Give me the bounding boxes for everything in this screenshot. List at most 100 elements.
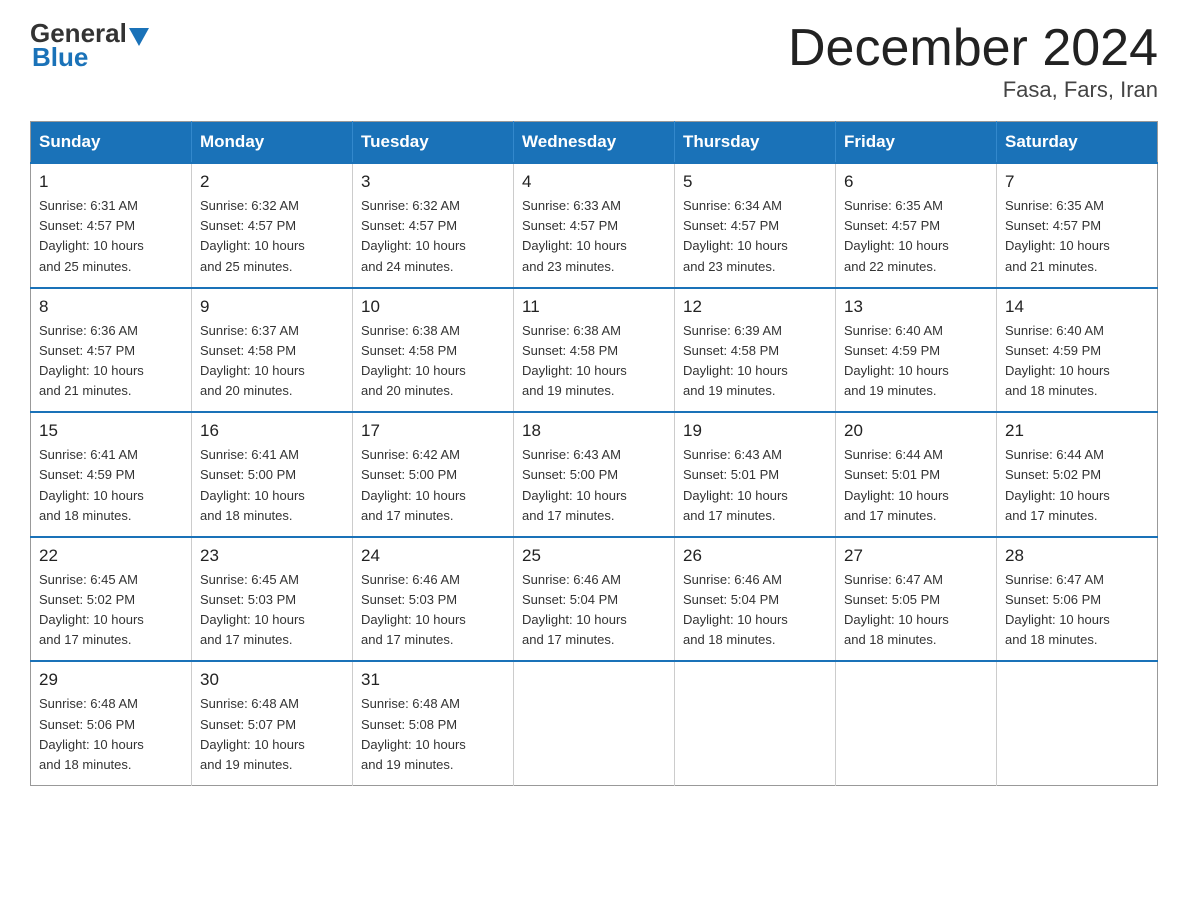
day-number: 6 [844, 172, 988, 192]
calendar-cell: 7 Sunrise: 6:35 AMSunset: 4:57 PMDayligh… [997, 163, 1158, 288]
day-number: 20 [844, 421, 988, 441]
calendar-cell: 27 Sunrise: 6:47 AMSunset: 5:05 PMDaylig… [836, 537, 997, 662]
calendar-cell: 13 Sunrise: 6:40 AMSunset: 4:59 PMDaylig… [836, 288, 997, 413]
day-info: Sunrise: 6:37 AMSunset: 4:58 PMDaylight:… [200, 321, 344, 402]
calendar-week-4: 22 Sunrise: 6:45 AMSunset: 5:02 PMDaylig… [31, 537, 1158, 662]
day-number: 24 [361, 546, 505, 566]
day-number: 10 [361, 297, 505, 317]
calendar-cell: 30 Sunrise: 6:48 AMSunset: 5:07 PMDaylig… [192, 661, 353, 785]
day-number: 8 [39, 297, 183, 317]
day-number: 5 [683, 172, 827, 192]
calendar-cell: 24 Sunrise: 6:46 AMSunset: 5:03 PMDaylig… [353, 537, 514, 662]
header-thursday: Thursday [675, 122, 836, 164]
calendar-cell: 20 Sunrise: 6:44 AMSunset: 5:01 PMDaylig… [836, 412, 997, 537]
day-number: 14 [1005, 297, 1149, 317]
calendar-cell: 18 Sunrise: 6:43 AMSunset: 5:00 PMDaylig… [514, 412, 675, 537]
location-subtitle: Fasa, Fars, Iran [788, 77, 1158, 103]
day-info: Sunrise: 6:40 AMSunset: 4:59 PMDaylight:… [1005, 321, 1149, 402]
day-number: 15 [39, 421, 183, 441]
calendar-cell [675, 661, 836, 785]
day-info: Sunrise: 6:39 AMSunset: 4:58 PMDaylight:… [683, 321, 827, 402]
calendar-cell: 4 Sunrise: 6:33 AMSunset: 4:57 PMDayligh… [514, 163, 675, 288]
day-number: 29 [39, 670, 183, 690]
day-info: Sunrise: 6:42 AMSunset: 5:00 PMDaylight:… [361, 445, 505, 526]
day-info: Sunrise: 6:45 AMSunset: 5:02 PMDaylight:… [39, 570, 183, 651]
day-number: 21 [1005, 421, 1149, 441]
day-info: Sunrise: 6:34 AMSunset: 4:57 PMDaylight:… [683, 196, 827, 277]
day-number: 3 [361, 172, 505, 192]
day-number: 4 [522, 172, 666, 192]
day-number: 28 [1005, 546, 1149, 566]
day-info: Sunrise: 6:44 AMSunset: 5:02 PMDaylight:… [1005, 445, 1149, 526]
day-info: Sunrise: 6:33 AMSunset: 4:57 PMDaylight:… [522, 196, 666, 277]
calendar-cell: 5 Sunrise: 6:34 AMSunset: 4:57 PMDayligh… [675, 163, 836, 288]
calendar-week-3: 15 Sunrise: 6:41 AMSunset: 4:59 PMDaylig… [31, 412, 1158, 537]
calendar-cell: 23 Sunrise: 6:45 AMSunset: 5:03 PMDaylig… [192, 537, 353, 662]
day-info: Sunrise: 6:43 AMSunset: 5:00 PMDaylight:… [522, 445, 666, 526]
day-info: Sunrise: 6:38 AMSunset: 4:58 PMDaylight:… [522, 321, 666, 402]
calendar-cell: 25 Sunrise: 6:46 AMSunset: 5:04 PMDaylig… [514, 537, 675, 662]
day-number: 30 [200, 670, 344, 690]
day-number: 12 [683, 297, 827, 317]
header-sunday: Sunday [31, 122, 192, 164]
title-area: December 2024 Fasa, Fars, Iran [788, 20, 1158, 103]
logo-triangle-icon [129, 28, 149, 46]
calendar-cell [514, 661, 675, 785]
day-number: 27 [844, 546, 988, 566]
day-number: 25 [522, 546, 666, 566]
day-number: 19 [683, 421, 827, 441]
calendar-cell: 19 Sunrise: 6:43 AMSunset: 5:01 PMDaylig… [675, 412, 836, 537]
calendar-cell: 1 Sunrise: 6:31 AMSunset: 4:57 PMDayligh… [31, 163, 192, 288]
calendar-cell: 11 Sunrise: 6:38 AMSunset: 4:58 PMDaylig… [514, 288, 675, 413]
calendar-cell: 29 Sunrise: 6:48 AMSunset: 5:06 PMDaylig… [31, 661, 192, 785]
calendar-cell: 2 Sunrise: 6:32 AMSunset: 4:57 PMDayligh… [192, 163, 353, 288]
day-info: Sunrise: 6:46 AMSunset: 5:04 PMDaylight:… [522, 570, 666, 651]
day-info: Sunrise: 6:41 AMSunset: 4:59 PMDaylight:… [39, 445, 183, 526]
day-number: 2 [200, 172, 344, 192]
day-info: Sunrise: 6:48 AMSunset: 5:06 PMDaylight:… [39, 694, 183, 775]
day-number: 31 [361, 670, 505, 690]
day-info: Sunrise: 6:46 AMSunset: 5:03 PMDaylight:… [361, 570, 505, 651]
header-tuesday: Tuesday [353, 122, 514, 164]
calendar-cell: 9 Sunrise: 6:37 AMSunset: 4:58 PMDayligh… [192, 288, 353, 413]
calendar-cell: 3 Sunrise: 6:32 AMSunset: 4:57 PMDayligh… [353, 163, 514, 288]
calendar-cell [997, 661, 1158, 785]
calendar-cell: 26 Sunrise: 6:46 AMSunset: 5:04 PMDaylig… [675, 537, 836, 662]
day-info: Sunrise: 6:40 AMSunset: 4:59 PMDaylight:… [844, 321, 988, 402]
day-info: Sunrise: 6:44 AMSunset: 5:01 PMDaylight:… [844, 445, 988, 526]
logo-blue-text: Blue [32, 42, 88, 72]
day-number: 26 [683, 546, 827, 566]
day-number: 11 [522, 297, 666, 317]
day-info: Sunrise: 6:31 AMSunset: 4:57 PMDaylight:… [39, 196, 183, 277]
calendar-cell [836, 661, 997, 785]
day-number: 17 [361, 421, 505, 441]
calendar-cell: 22 Sunrise: 6:45 AMSunset: 5:02 PMDaylig… [31, 537, 192, 662]
calendar-header-row: SundayMondayTuesdayWednesdayThursdayFrid… [31, 122, 1158, 164]
day-info: Sunrise: 6:38 AMSunset: 4:58 PMDaylight:… [361, 321, 505, 402]
calendar-week-1: 1 Sunrise: 6:31 AMSunset: 4:57 PMDayligh… [31, 163, 1158, 288]
day-info: Sunrise: 6:48 AMSunset: 5:07 PMDaylight:… [200, 694, 344, 775]
calendar-cell: 28 Sunrise: 6:47 AMSunset: 5:06 PMDaylig… [997, 537, 1158, 662]
day-number: 7 [1005, 172, 1149, 192]
day-number: 18 [522, 421, 666, 441]
calendar-cell: 17 Sunrise: 6:42 AMSunset: 5:00 PMDaylig… [353, 412, 514, 537]
day-number: 9 [200, 297, 344, 317]
month-title: December 2024 [788, 20, 1158, 77]
header-monday: Monday [192, 122, 353, 164]
day-info: Sunrise: 6:32 AMSunset: 4:57 PMDaylight:… [361, 196, 505, 277]
calendar-week-5: 29 Sunrise: 6:48 AMSunset: 5:06 PMDaylig… [31, 661, 1158, 785]
logo: General Blue [30, 20, 151, 73]
day-info: Sunrise: 6:47 AMSunset: 5:05 PMDaylight:… [844, 570, 988, 651]
calendar-cell: 15 Sunrise: 6:41 AMSunset: 4:59 PMDaylig… [31, 412, 192, 537]
day-number: 23 [200, 546, 344, 566]
calendar-cell: 31 Sunrise: 6:48 AMSunset: 5:08 PMDaylig… [353, 661, 514, 785]
calendar-table: SundayMondayTuesdayWednesdayThursdayFrid… [30, 121, 1158, 786]
day-info: Sunrise: 6:46 AMSunset: 5:04 PMDaylight:… [683, 570, 827, 651]
calendar-cell: 14 Sunrise: 6:40 AMSunset: 4:59 PMDaylig… [997, 288, 1158, 413]
day-number: 16 [200, 421, 344, 441]
calendar-cell: 21 Sunrise: 6:44 AMSunset: 5:02 PMDaylig… [997, 412, 1158, 537]
header-wednesday: Wednesday [514, 122, 675, 164]
calendar-cell: 12 Sunrise: 6:39 AMSunset: 4:58 PMDaylig… [675, 288, 836, 413]
day-info: Sunrise: 6:41 AMSunset: 5:00 PMDaylight:… [200, 445, 344, 526]
day-info: Sunrise: 6:32 AMSunset: 4:57 PMDaylight:… [200, 196, 344, 277]
